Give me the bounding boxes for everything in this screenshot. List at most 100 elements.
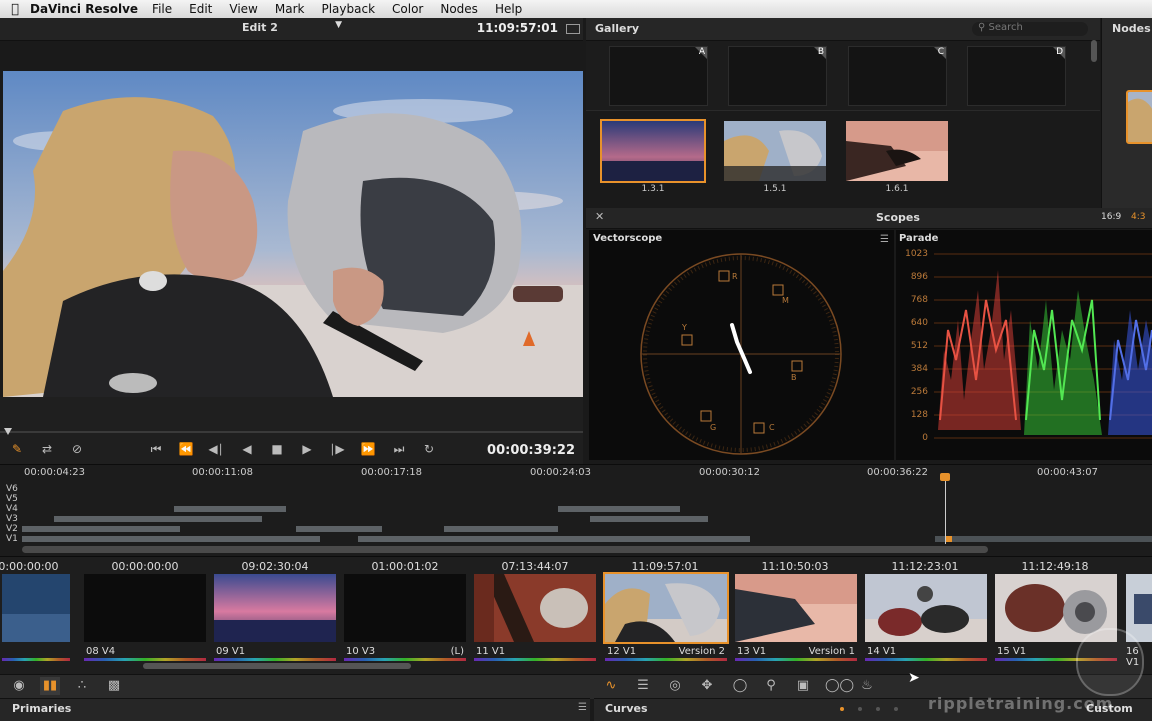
thumb-version: (L) <box>450 646 464 657</box>
scrubber-playhead[interactable] <box>4 428 12 435</box>
shuffle-icon[interactable]: ⇄ <box>36 442 58 456</box>
vector-target-y: Y <box>681 323 687 332</box>
album-a[interactable]: A <box>609 46 708 106</box>
still-label: 1.6.1 <box>885 184 909 194</box>
thumb-label: 15 V1 <box>997 646 1027 657</box>
timeline-playhead[interactable] <box>945 478 946 544</box>
thumbnail-scrollbar[interactable] <box>143 663 411 669</box>
menu-help[interactable]: Help <box>495 2 522 16</box>
menu-icon[interactable]: ☰ <box>578 702 587 713</box>
menu-nodes[interactable]: Nodes <box>440 2 478 16</box>
timeline-clip[interactable] <box>590 516 708 522</box>
menu-edit[interactable]: Edit <box>189 2 212 16</box>
album-c[interactable]: C <box>848 46 947 106</box>
ruler-timecode: 00:00:24:03 <box>530 467 592 478</box>
clip-thumbnail-selected[interactable] <box>603 572 729 644</box>
app-name-menu[interactable]: DaVinci Resolve <box>30 2 138 16</box>
aspect-4-3-button[interactable]: 4:3 <box>1131 212 1145 222</box>
window-icon[interactable]: ◎ <box>665 677 685 695</box>
apple-icon[interactable]:  <box>0 2 30 17</box>
page-dot[interactable] <box>876 707 880 711</box>
chevron-down-icon: ▼ <box>335 20 342 30</box>
fx-icon[interactable]: ♨ <box>857 677 877 695</box>
clip-thumbnail[interactable] <box>84 574 206 642</box>
blur-icon[interactable]: ◯ <box>730 677 750 695</box>
menu-color[interactable]: Color <box>392 2 423 16</box>
stereo-icon[interactable]: ◯◯ <box>825 677 854 695</box>
curves-icon[interactable]: ∿ <box>601 677 621 695</box>
gallery-still[interactable] <box>846 121 948 181</box>
rewind-icon[interactable]: ⏪ <box>175 442 197 456</box>
timeline-scrollbar[interactable] <box>22 546 988 553</box>
track-label: V3 <box>6 514 18 524</box>
key-icon[interactable]: ⚲ <box>761 677 781 695</box>
gallery-still[interactable] <box>600 119 706 183</box>
viewer-scrubber[interactable] <box>0 431 583 433</box>
bypass-icon[interactable]: ⊘ <box>66 442 88 456</box>
parade-panel <box>896 230 1152 460</box>
timeline-clip[interactable] <box>22 536 320 542</box>
thumb-version: Version 1 <box>808 646 855 657</box>
timeline-clip[interactable] <box>444 526 558 532</box>
tracker-icon[interactable]: ✥ <box>697 677 717 695</box>
menu-playback[interactable]: Playback <box>321 2 375 16</box>
thumb-label: 11 V1 <box>476 646 506 657</box>
timeline-clip[interactable] <box>22 526 180 532</box>
primaries-panel-header <box>0 698 590 721</box>
primaries-icon[interactable]: ▮▮ <box>40 677 60 695</box>
timeline-clip[interactable] <box>558 506 680 512</box>
menu-view[interactable]: View <box>229 2 257 16</box>
menu-file[interactable]: File <box>152 2 172 16</box>
clip-thumbnail[interactable] <box>474 574 596 642</box>
play-icon[interactable]: ▶ <box>296 442 318 456</box>
page-dot[interactable] <box>858 707 862 711</box>
clip-thumbnail[interactable] <box>214 574 336 642</box>
timeline-select-dropdown[interactable]: Edit 2 ▼ <box>242 20 342 36</box>
viewer-mode-icon[interactable] <box>566 24 580 34</box>
jump-end-icon[interactable]: ⏭ <box>388 442 410 457</box>
camera-raw-icon[interactable]: ◉ <box>9 677 29 695</box>
thumb-label: 14 V1 <box>867 646 897 657</box>
stop-icon[interactable]: ■ <box>266 442 288 456</box>
sizing-icon[interactable]: ▣ <box>793 677 813 695</box>
loop-icon[interactable]: ↻ <box>418 442 440 456</box>
gallery-scrollbar[interactable] <box>1091 40 1097 62</box>
timeline-clip[interactable] <box>296 526 382 532</box>
album-b[interactable]: B <box>728 46 827 106</box>
page-dot-active[interactable] <box>840 707 844 711</box>
menu-icon[interactable]: ☰ <box>880 234 889 245</box>
clip-thumbnail[interactable] <box>344 574 466 642</box>
viewer-image[interactable] <box>3 71 583 397</box>
next-frame-icon[interactable]: ∣▶ <box>326 442 348 456</box>
vector-target-g: G <box>710 423 716 432</box>
jump-start-icon[interactable]: ⏮ <box>145 442 167 457</box>
fast-forward-icon[interactable]: ⏩ <box>357 442 379 456</box>
close-icon[interactable]: ✕ <box>595 210 604 223</box>
album-letter: A <box>698 47 705 57</box>
aspect-16-9-button[interactable]: 16:9 <box>1101 212 1121 222</box>
pencil-icon[interactable]: ✎ <box>6 442 28 456</box>
clip-thumbnail[interactable] <box>735 574 857 642</box>
timeline-clip[interactable] <box>174 506 286 512</box>
rgb-mixer-icon[interactable]: ∴ <box>72 677 92 695</box>
play-reverse-icon[interactable]: ◀ <box>236 442 258 456</box>
album-d[interactable]: D <box>967 46 1066 106</box>
menu-mark[interactable]: Mark <box>275 2 305 16</box>
qualifier-icon[interactable]: ☰ <box>633 677 653 695</box>
clip-thumbnail[interactable] <box>2 574 70 642</box>
page-dot[interactable] <box>894 707 898 711</box>
corrector-node[interactable] <box>1126 90 1152 144</box>
clip-thumbnail[interactable] <box>1126 574 1152 642</box>
camera-icon[interactable]: ▩ <box>104 677 124 695</box>
prev-frame-icon[interactable]: ◀∣ <box>205 442 227 456</box>
timeline-clip[interactable] <box>935 536 1152 542</box>
gallery-still[interactable] <box>724 121 826 181</box>
clip-thumbnail[interactable] <box>865 574 987 642</box>
ruler-timecode: 00:00:43:07 <box>1037 467 1099 478</box>
gallery-search-input[interactable]: ⚲ Search <box>972 22 1088 36</box>
timeline-clip[interactable] <box>54 516 262 522</box>
timeline-current-clip[interactable] <box>946 536 952 542</box>
timeline-clip[interactable] <box>358 536 750 542</box>
thumb-timecode: 01:00:01:02 <box>371 560 439 573</box>
playhead-handle[interactable] <box>940 473 950 481</box>
